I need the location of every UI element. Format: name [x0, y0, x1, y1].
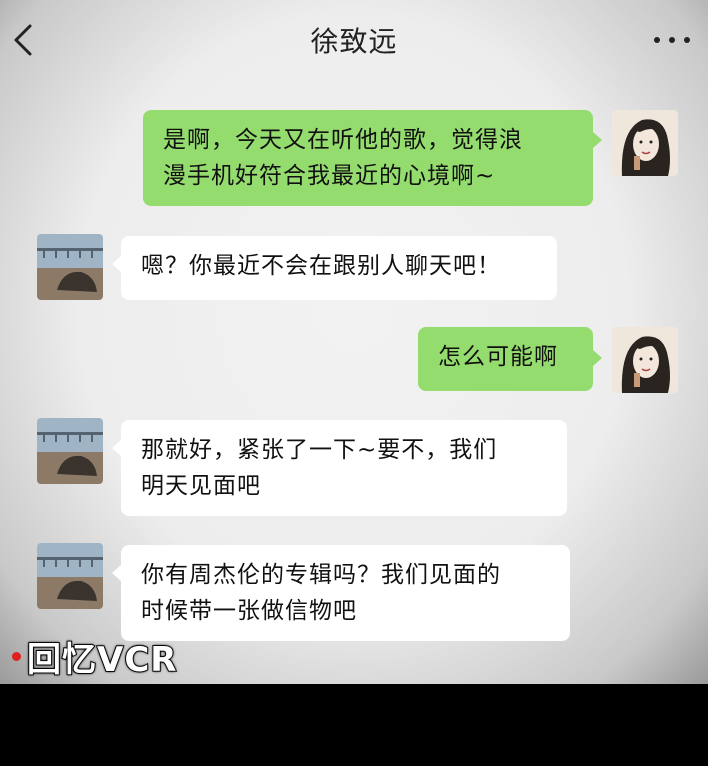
watermark-text: 回忆VCR	[26, 639, 178, 681]
bubble-tail	[593, 132, 602, 148]
vcr-watermark: 回忆VCR	[12, 632, 177, 681]
bubble-tail	[112, 565, 121, 581]
message-bubble-received[interactable]: 嗯？你最近不会在跟别人聊天吧！	[121, 236, 557, 300]
bubble-tail	[593, 350, 602, 366]
bubble-tail	[112, 256, 121, 272]
record-dot-icon	[12, 652, 21, 661]
avatar-self[interactable]	[612, 110, 678, 176]
avatar-contact[interactable]	[37, 234, 103, 300]
nav-bar: 徐致远	[0, 0, 708, 78]
chat-screen: 徐致远 是啊，今天又在听他的歌，觉得浪 漫手机好符合我最近的心境啊~ 嗯？你最近…	[0, 0, 708, 684]
letterbox-bar	[0, 684, 708, 766]
avatar-contact[interactable]	[37, 543, 103, 609]
message-bubble-received[interactable]: 你有周杰伦的专辑吗？我们见面的 时候带一张做信物吧	[121, 545, 570, 641]
avatar-contact[interactable]	[37, 418, 103, 484]
message-bubble-sent[interactable]: 怎么可能啊	[418, 327, 593, 391]
bubble-tail	[112, 440, 121, 456]
message-bubble-received[interactable]: 那就好，紧张了一下~要不，我们 明天见面吧	[121, 420, 567, 516]
avatar-self[interactable]	[612, 327, 678, 393]
chat-title: 徐致远	[310, 25, 398, 58]
ellipsis-icon[interactable]	[654, 30, 690, 50]
message-bubble-sent[interactable]: 是啊，今天又在听他的歌，觉得浪 漫手机好符合我最近的心境啊~	[143, 110, 593, 206]
